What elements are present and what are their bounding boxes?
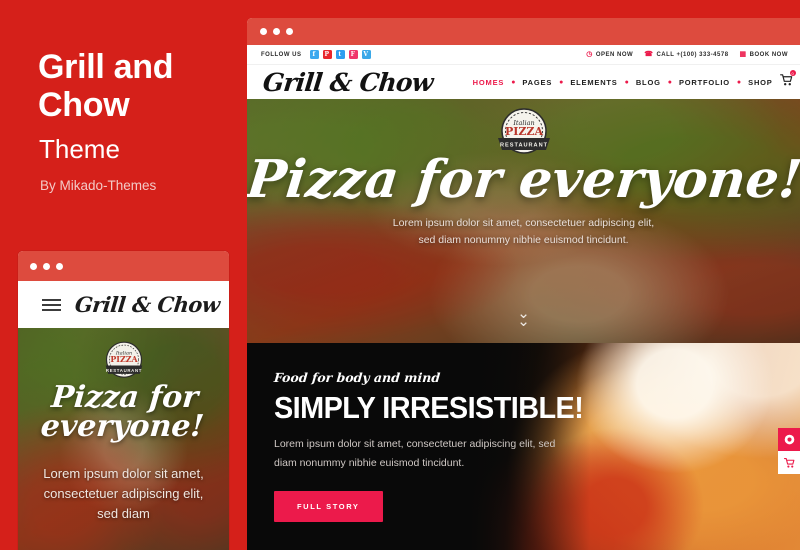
story-text-line2: diam nonummy nibhie euismod tincidunt. (274, 457, 465, 470)
window-dot-maximize[interactable] (56, 262, 63, 270)
page-subtitle: Theme (39, 134, 120, 164)
full-story-button[interactable]: FULL STORY (274, 490, 383, 522)
desktop-preview-window: FOLLOW US f P t F V ◷ OPEN NOW ☎ CALL +(… (247, 18, 800, 550)
twitter-icon[interactable]: t (335, 50, 345, 59)
story-text-line1: Lorem ipsum dolor sit amet, consectetuer… (274, 438, 556, 450)
hero-title: Pizza for everyone! (247, 149, 800, 210)
hero-subtitle-line1: Lorem ipsum dolor sit amet, consectetuer… (392, 217, 655, 229)
mobile-hero-subtitle: Lorem ipsum dolor sit amet, consectetuer… (43, 466, 204, 522)
svg-text:PIZZA: PIZZA (504, 125, 542, 138)
hamburger-icon[interactable] (42, 298, 61, 311)
mobile-preview: Grill & Chow Italian PIZZA RESTAURANT Pi… (18, 251, 229, 550)
hero-section: Italian PIZZA RESTAURANT Pizza for every… (247, 99, 800, 343)
mobile-hero: Italian PIZZA RESTAURANT Pizza for every… (18, 328, 229, 550)
book-now-item[interactable]: ▦ BOOK NOW (740, 51, 788, 58)
page-title: Grill and Chow (38, 48, 174, 125)
svg-text:PIZZA: PIZZA (110, 355, 138, 364)
pinterest-icon[interactable]: P (322, 50, 332, 59)
nav-item-blog[interactable]: BLOG (629, 78, 668, 87)
flickr-icon[interactable]: F (348, 50, 358, 59)
nav-item-pages[interactable]: PAGES (515, 78, 559, 87)
facebook-icon[interactable]: f (309, 50, 319, 59)
call-label: CALL +(100) 333-4578 (656, 51, 729, 58)
vimeo-icon[interactable]: V (361, 50, 371, 59)
story-text: Lorem ipsum dolor sit amet, consectetuer… (274, 435, 574, 474)
hero-subtitle-line2: sed diam nonummy nibhie euismod tincidun… (418, 234, 629, 247)
site-main-nav: Grill & Chow HOMES ● PAGES ● ELEMENTS ● … (247, 65, 800, 99)
open-now-label: OPEN NOW (595, 51, 634, 58)
open-now-item[interactable]: ◷ OPEN NOW (586, 51, 633, 58)
nav-item-portfolio[interactable]: PORTFOLIO (672, 78, 737, 87)
mobile-logo[interactable]: Grill & Chow (74, 292, 221, 317)
target-icon (784, 434, 794, 445)
story-section: Food for body and mind SIMPLY IRRESISTIB… (247, 343, 800, 550)
window-dot-maximize[interactable] (286, 28, 293, 35)
window-dot-minimize[interactable] (43, 262, 50, 270)
cart-icon (783, 457, 794, 468)
hero-subtitle: Lorem ipsum dolor sit amet, consectetuer… (247, 215, 800, 250)
social-links: f P t F V (309, 50, 371, 59)
mobile-hero-title: Pizza for everyone! (39, 380, 206, 445)
calendar-icon: ▦ (739, 51, 747, 58)
cart-button[interactable]: 0 (779, 70, 796, 91)
mobile-titlebar (18, 251, 229, 281)
theme-author: By Mikado-Themes (40, 178, 157, 193)
top-bar-right: ◷ OPEN NOW ☎ CALL +(100) 333-4578 ▦ BOOK… (586, 51, 788, 58)
window-dot-close[interactable] (260, 28, 267, 35)
window-dot-close[interactable] (30, 262, 37, 270)
site-logo[interactable]: Grill & Chow (261, 68, 434, 97)
target-icon-button[interactable] (778, 428, 800, 451)
chevron-double-down-icon[interactable]: ⌄ ⌄ (517, 306, 530, 328)
svg-text:RESTAURANT: RESTAURANT (499, 143, 547, 149)
svg-text:RESTAURANT: RESTAURANT (105, 368, 141, 373)
nav-right-actions: 0 QUICK ORDER (779, 68, 800, 96)
clock-icon: ◷ (586, 51, 593, 58)
mobile-nav: Grill & Chow (18, 281, 229, 328)
nav-item-homes[interactable]: HOMES (466, 78, 512, 87)
browser-titlebar (247, 18, 800, 45)
site-top-bar: FOLLOW US f P t F V ◷ OPEN NOW ☎ CALL +(… (247, 45, 800, 65)
cart-count-badge: 0 (789, 70, 796, 76)
story-content: Food for body and mind SIMPLY IRRESISTIB… (273, 369, 594, 522)
nav-item-shop[interactable]: SHOP (741, 78, 779, 87)
cart-icon (779, 74, 792, 86)
story-title: SIMPLY IRRESISTIBLE! (274, 390, 584, 425)
theme-info-panel: Grill and Chow Theme By Mikado-Themes Gr… (0, 0, 247, 550)
book-now-label: BOOK NOW (749, 51, 788, 58)
window-dot-minimize[interactable] (273, 28, 280, 35)
floating-side-buttons (778, 428, 800, 474)
call-item[interactable]: ☎ CALL +(100) 333-4578 (644, 51, 728, 58)
nav-item-elements[interactable]: ELEMENTS (563, 78, 624, 87)
nav-menu: HOMES ● PAGES ● ELEMENTS ● BLOG ● PORTFO… (466, 78, 780, 87)
cart-side-button[interactable] (778, 451, 800, 474)
follow-us-label: FOLLOW US (261, 51, 302, 58)
story-script-label: Food for body and mind (273, 370, 441, 385)
phone-icon: ☎ (644, 51, 654, 58)
